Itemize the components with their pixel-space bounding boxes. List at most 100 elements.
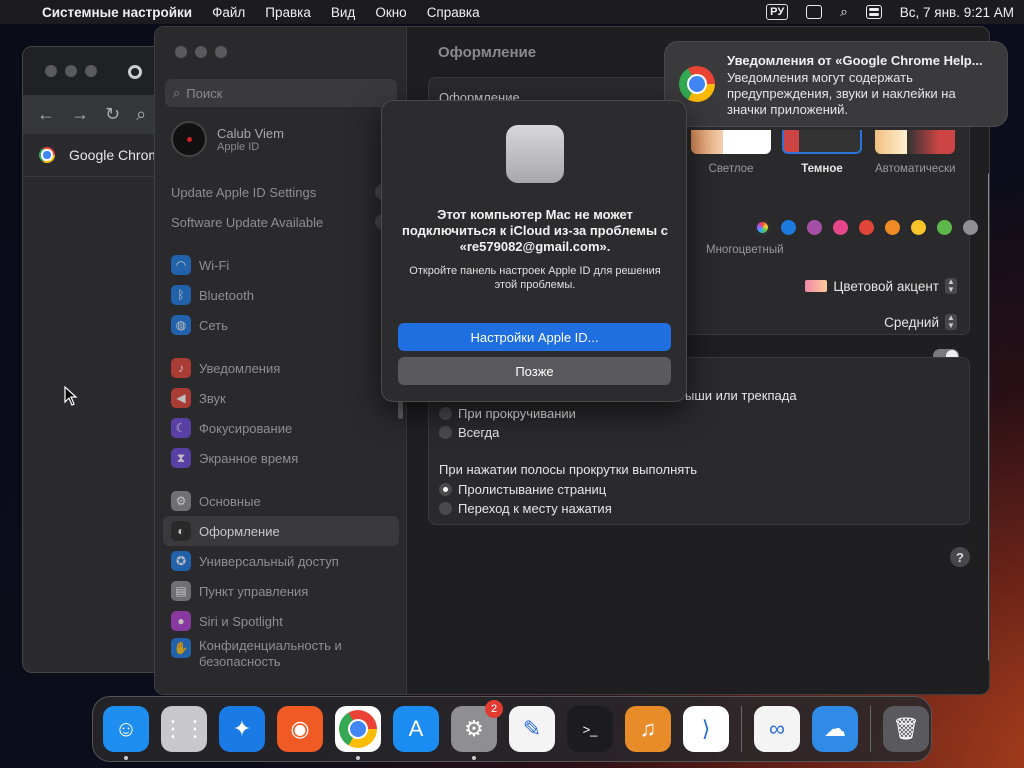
sidebar-item[interactable]: ✪ Универсальный доступ: [163, 546, 399, 576]
sidebar-item[interactable]: ◍ Сеть: [163, 310, 399, 340]
sidebar-list: Update Apple ID Settings1Software Update…: [163, 177, 399, 674]
control-center-icon[interactable]: [865, 5, 882, 19]
radio-jump-to-spot[interactable]: Переход к месту нажатия: [439, 501, 612, 516]
sidebar-item[interactable]: ◀ Звук: [163, 383, 399, 413]
apple-id-settings-button[interactable]: Настройки Apple ID...: [398, 323, 671, 351]
safari-icon[interactable]: ✦: [219, 706, 265, 752]
accent-color-swatch[interactable]: [807, 220, 822, 235]
accent-color-swatch[interactable]: [963, 220, 978, 235]
weather-icon[interactable]: ☁: [812, 706, 858, 752]
sidebar-scrollbar[interactable]: [398, 399, 403, 419]
theme-auto-label: Автоматически: [875, 163, 956, 175]
sidebar-item[interactable]: ☾ Фокусирование: [163, 413, 399, 443]
trash-icon[interactable]: 🗑: [883, 706, 929, 752]
system-settings-icon[interactable]: ⚙ 2: [451, 700, 503, 760]
globe-icon: ◍: [171, 315, 191, 335]
minimize-button[interactable]: [65, 65, 77, 77]
accent-color-select[interactable]: Цветовой акцент ▲ ▼: [805, 278, 957, 294]
zoom-button[interactable]: [85, 65, 97, 77]
speaker-icon: ◀: [171, 388, 191, 408]
finder-icon[interactable]: ☺: [103, 706, 149, 760]
radio-scroll-when-scrolling[interactable]: При прокручивании: [439, 406, 576, 421]
running-indicator: [356, 756, 360, 760]
apple-id-profile[interactable]: Calub Viem Apple ID: [171, 121, 284, 157]
menu-item[interactable]: Справка: [427, 5, 480, 20]
radio-scroll-always[interactable]: Всегда: [439, 425, 499, 440]
back-arrow-icon[interactable]: ←: [37, 104, 55, 125]
help-button[interactable]: ?: [950, 547, 970, 567]
search-placeholder: Поиск: [186, 85, 223, 101]
sidebar-size-select[interactable]: Средний ▲ ▼: [884, 314, 957, 330]
menu-app-name[interactable]: Системные настройки: [42, 5, 192, 20]
accent-color-swatch[interactable]: [911, 220, 926, 235]
stage-manager-icon[interactable]: [806, 5, 823, 19]
bell-icon: ♪: [171, 358, 191, 378]
theme-dark-thumb: [782, 130, 862, 154]
radio-label: При прокручивании: [458, 406, 576, 421]
sidebar-item[interactable]: ⧗ Экранное время: [163, 443, 399, 473]
menu-clock[interactable]: Вс, 7 янв. 9:21 AM: [900, 5, 1014, 20]
omnibox-search-icon[interactable]: ⌕: [136, 104, 146, 125]
menu-item[interactable]: Правка: [265, 5, 311, 20]
bluetooth-icon: ᛒ: [171, 285, 191, 305]
sidebar-item[interactable]: ᛒ Bluetooth: [163, 280, 399, 310]
sidebar-item-label: Update Apple ID Settings: [171, 184, 317, 200]
minimize-button[interactable]: [195, 46, 207, 58]
sidebar-item[interactable]: ◐ Оформление: [163, 516, 399, 546]
reload-icon[interactable]: ↻: [105, 104, 120, 125]
menu-item[interactable]: Вид: [331, 5, 355, 20]
garageband-icon[interactable]: ♫: [625, 706, 671, 752]
vscode-icon-glyph: ⟩: [701, 716, 711, 741]
visual-studio-icon[interactable]: ∞: [754, 706, 800, 752]
sidebar-item[interactable]: ◠ Wi-Fi: [163, 250, 399, 280]
search-input[interactable]: ⌕ Поиск: [165, 79, 397, 107]
page-title: Оформление: [438, 44, 537, 61]
accent-color-swatch[interactable]: [781, 220, 796, 235]
app-store-icon[interactable]: A: [393, 706, 439, 752]
menu-item[interactable]: Окно: [375, 5, 406, 20]
sidebar-item[interactable]: ✋ Конфиденциальность и безопасность: [163, 636, 399, 674]
accent-color-swatch[interactable]: [833, 220, 848, 235]
sidebar-item[interactable]: ⚙ Основные: [163, 486, 399, 516]
forward-arrow-icon[interactable]: →: [71, 104, 89, 125]
zoom-button[interactable]: [215, 46, 227, 58]
trash-icon-glyph: 🗑: [892, 716, 920, 741]
sidebar-item-label: Конфиденциальность и безопасность: [199, 638, 342, 669]
keyboard-layout-indicator[interactable]: РУ: [766, 4, 789, 20]
close-button[interactable]: [175, 46, 187, 58]
later-button[interactable]: Позже: [398, 357, 671, 385]
firefox-icon[interactable]: ◉: [277, 706, 323, 752]
menu-item[interactable]: Файл: [212, 5, 245, 20]
accent-color-swatch[interactable]: [755, 220, 770, 235]
radio-button: [439, 426, 452, 439]
vscode-icon[interactable]: ⟩: [683, 706, 729, 752]
theme-auto[interactable]: Автоматически: [875, 130, 955, 175]
terminal-icon[interactable]: >_: [567, 706, 613, 752]
accent-color-swatch[interactable]: [859, 220, 874, 235]
launchpad-icon[interactable]: ⋮⋮: [161, 706, 207, 752]
accent-color-swatch[interactable]: [937, 220, 952, 235]
sidebar-alert-item[interactable]: Update Apple ID Settings1: [163, 177, 399, 207]
accent-color-swatch[interactable]: [885, 220, 900, 235]
textedit-icon[interactable]: ✎: [509, 706, 555, 752]
chrome-tab-icon[interactable]: [128, 65, 142, 79]
sidebar-item[interactable]: ♪ Уведомления: [163, 353, 399, 383]
sidebar-item-label: Экранное время: [199, 450, 299, 466]
status-area: РУ ⌕ Вс, 7 янв. 9:21 AM: [766, 4, 1014, 20]
multicolor-label: Многоцветный: [706, 244, 784, 256]
sidebar-alert-item[interactable]: Software Update Available1: [163, 207, 399, 237]
theme-dark[interactable]: Темное: [782, 130, 862, 175]
sidebar-item[interactable]: ● Siri и Spotlight: [163, 606, 399, 636]
close-button[interactable]: [45, 65, 57, 77]
content-scrollbar[interactable]: [986, 172, 989, 662]
profile-name: Calub Viem: [217, 125, 284, 141]
chrome-icon[interactable]: [335, 706, 381, 760]
sidebar-item-label: Siri и Spotlight: [199, 613, 283, 629]
hand-icon: ✋: [171, 638, 191, 658]
chrome-notification[interactable]: Уведомления от «Google Chrome Help... Ув…: [664, 41, 1008, 127]
spotlight-search-icon[interactable]: ⌕: [840, 4, 848, 20]
radio-button: [439, 407, 452, 420]
sidebar-item[interactable]: ▤ Пункт управления: [163, 576, 399, 606]
radio-page-scroll[interactable]: Пролистывание страниц: [439, 482, 606, 497]
theme-light[interactable]: Светлое: [691, 130, 771, 175]
